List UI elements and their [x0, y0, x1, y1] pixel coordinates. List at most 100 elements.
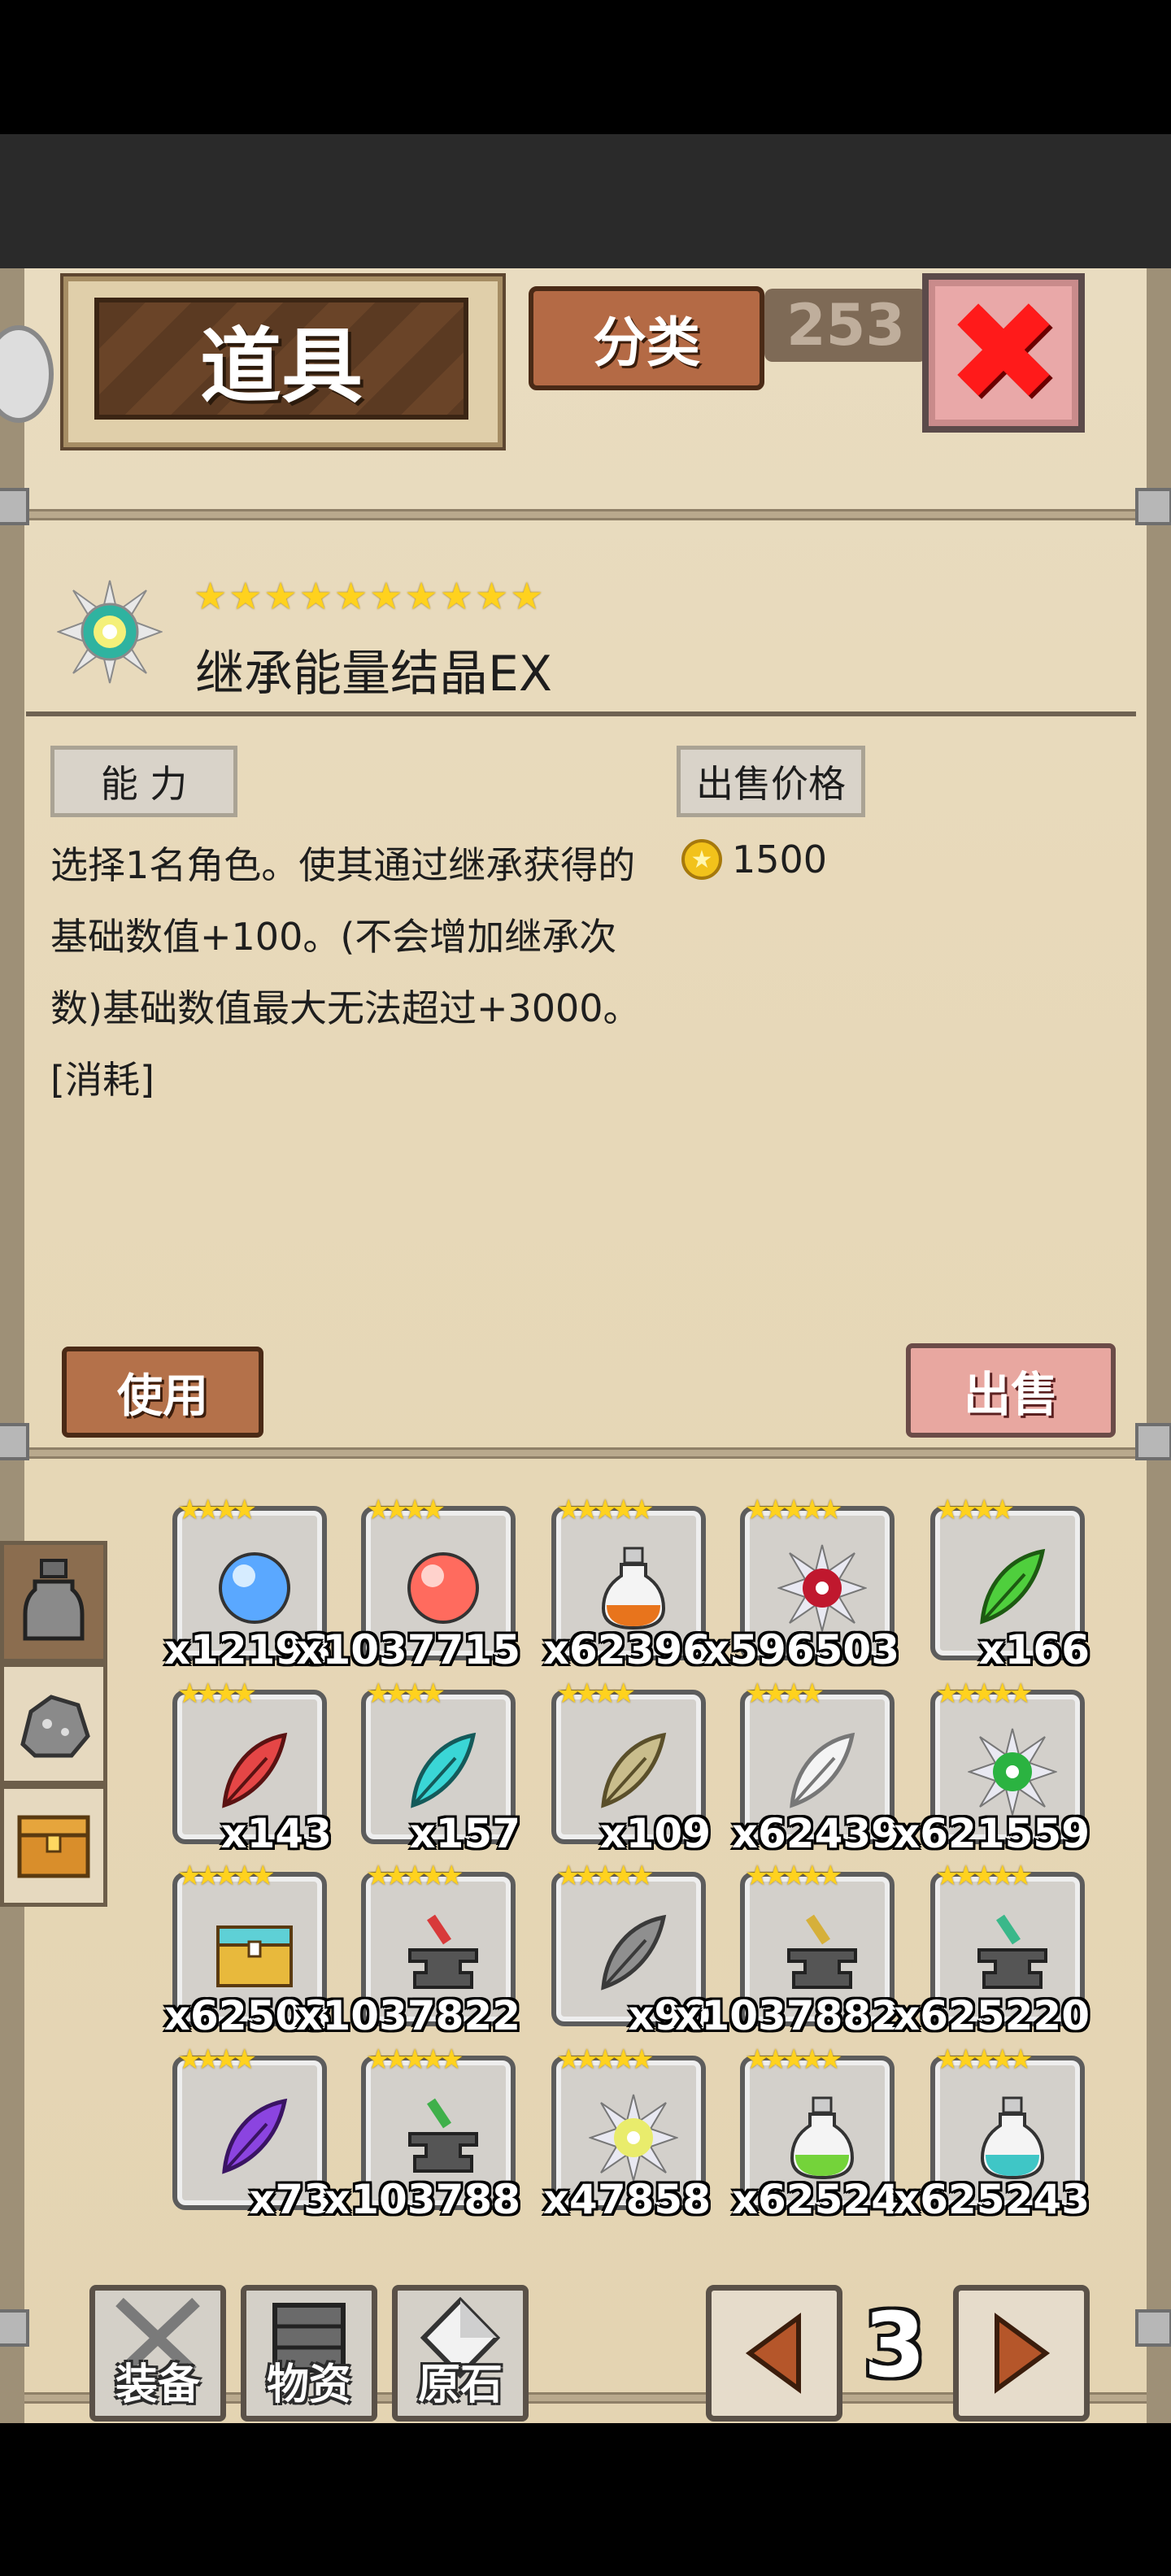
red-anvil-icon: [398, 1909, 488, 1999]
inventory-slot[interactable]: ★ ★ ★ ★ ★ x625243: [894, 2046, 1090, 2223]
star-icon: ★: [404, 574, 438, 618]
inventory-slot[interactable]: ★ ★ ★ ★ ★ x1037822: [296, 1862, 520, 2039]
sell-price: 1500: [732, 838, 828, 881]
slot-count: x157: [409, 1810, 520, 1857]
cyan-feather-icon: [398, 1727, 488, 1817]
slot-count: x62396: [542, 1626, 711, 1673]
inventory-slot[interactable]: ★ ★ ★ ★ x73: [172, 2046, 332, 2223]
rivet: [1135, 1423, 1171, 1460]
inventory-slot[interactable]: ★ ★ ★ ★ x1037715: [296, 1496, 520, 1673]
slot-count: x596503: [703, 1626, 899, 1673]
inventory-slot[interactable]: ★ ★ ★ ★ x166: [930, 1496, 1090, 1673]
slot-count: x621559: [894, 1810, 1090, 1857]
green-potion-icon: [777, 2093, 867, 2182]
panel-frame-top: [24, 509, 1147, 520]
star-icon: ★: [334, 574, 368, 618]
bottle-icon: [23, 1559, 85, 1641]
sell-button[interactable]: 出售: [906, 1343, 1116, 1438]
slot-count: x166: [978, 1626, 1090, 1673]
star-icon: ★: [250, 1860, 276, 1892]
orange-potion-icon: [589, 1543, 678, 1633]
price-row: ★ 1500: [681, 831, 827, 888]
rivet: [1135, 488, 1171, 525]
slot-star-rating: ★ ★ ★ ★ ★: [556, 1496, 654, 1524]
inventory-slot[interactable]: ★ ★ ★ ★ ★ x625220: [894, 1862, 1090, 2039]
panel-border-left: [0, 268, 24, 2423]
white-feather-icon: [777, 1727, 867, 1817]
inventory-slot[interactable]: ★ ★ ★ ★ ★ x103788: [324, 2046, 520, 2223]
inventory-slot[interactable]: ★ ★ ★ ★ ★ x596503: [703, 1496, 899, 1673]
star-icon: ★: [194, 574, 228, 618]
star-icon: ★: [1008, 2043, 1034, 2076]
star-icon: ★: [438, 1860, 464, 1892]
rivet: [0, 1423, 29, 1460]
star-icon: ★: [510, 574, 544, 618]
category-tab-chests[interactable]: [0, 1785, 107, 1907]
star-icon: ★: [1008, 1677, 1034, 1710]
inventory-slot[interactable]: ★ ★ ★ ★ x62439: [732, 1680, 899, 1857]
slot-star-rating: ★ ★ ★ ★ ★: [745, 1862, 842, 1890]
item-star-rating: ★ ★ ★ ★ ★ ★ ★ ★ ★ ★: [194, 577, 544, 616]
star-icon: ★: [990, 1494, 1015, 1526]
slot-count: x625220: [894, 1992, 1090, 2039]
price-label: 出售价格: [677, 746, 865, 817]
star-icon: ★: [420, 1494, 446, 1526]
sort-button[interactable]: 分类: [529, 286, 764, 390]
nav-equipment-button[interactable]: 装备: [89, 2285, 226, 2422]
category-tab-potions[interactable]: [0, 1541, 107, 1663]
inventory-slot[interactable]: ★ ★ ★ ★ ★ x621559: [894, 1680, 1090, 1857]
close-icon: ✖: [945, 272, 1062, 433]
red-crystal-burst-icon: [776, 1543, 868, 1633]
slot-star-rating: ★ ★ ★ ★: [366, 1496, 446, 1524]
slot-count: x73: [249, 2176, 332, 2223]
red-orb-icon: [398, 1543, 488, 1633]
gold-anvil-icon: [777, 1909, 867, 1999]
slot-count: x1037822: [296, 1992, 520, 2039]
prev-page-button[interactable]: [706, 2285, 842, 2422]
rivet: [0, 2309, 29, 2347]
teal-potion-icon: [968, 2093, 1057, 2182]
slot-star-rating: ★ ★ ★ ★: [177, 1680, 257, 1708]
star-icon: ★: [611, 1677, 636, 1710]
nav-materials-label: 物资: [266, 2361, 351, 2409]
nav-ore-button[interactable]: 原石: [392, 2285, 529, 2422]
star-icon: ★: [232, 2043, 257, 2076]
star-icon: ★: [629, 2043, 655, 2076]
slot-star-rating: ★ ★ ★ ★: [745, 1680, 825, 1708]
inventory-slot[interactable]: ★ ★ ★ ★ x157: [361, 1680, 520, 1857]
slot-star-rating: ★ ★ ★ ★ ★: [366, 2046, 464, 2073]
red-feather-icon: [210, 1727, 299, 1817]
inherit-crystal-icon: [57, 580, 163, 684]
page-number: 3: [863, 2293, 926, 2397]
page-title: 道具: [200, 318, 363, 414]
ore-rock-icon: [20, 1695, 90, 1758]
inventory-slot[interactable]: ★ ★ ★ ★ x143: [172, 1680, 332, 1857]
slot-count: x143: [220, 1810, 332, 1857]
use-button[interactable]: 使用: [62, 1347, 263, 1438]
star-icon: ★: [629, 1860, 655, 1892]
slot-star-rating: ★ ★ ★ ★ ★: [366, 1862, 464, 1890]
slot-star-rating: ★ ★ ★ ★: [177, 2046, 257, 2073]
star-icon: ★: [369, 574, 403, 618]
status-bar: [0, 0, 1171, 134]
slot-star-rating: ★ ★ ★ ★ ★: [935, 1680, 1033, 1708]
inventory-slot[interactable]: ★ ★ ★ ★ x109: [551, 1680, 711, 1857]
green-feather-icon: [968, 1543, 1057, 1633]
gray-feather-icon: [589, 1909, 678, 1999]
currency-readout: 253: [764, 289, 927, 362]
gold-coin-icon: ★: [681, 839, 722, 880]
inventory-slot[interactable]: ★ ★ ★ ★ ★ x62524: [732, 2046, 899, 2223]
category-tab-ores[interactable]: [0, 1663, 107, 1785]
slot-star-rating: ★ ★ ★ ★: [556, 1680, 636, 1708]
rivet: [0, 488, 29, 525]
inventory-slot[interactable]: ★ ★ ★ ★ ★ x1037882: [675, 1862, 899, 2039]
close-button[interactable]: ✖: [922, 273, 1085, 433]
slot-count: x109: [599, 1810, 711, 1857]
star-icon: ★: [298, 574, 333, 618]
slot-star-rating: ★ ★ ★ ★ ★: [556, 1862, 654, 1890]
next-page-button[interactable]: [953, 2285, 1090, 2422]
nav-materials-button[interactable]: 物资: [241, 2285, 377, 2422]
green-crystal-burst-icon: [966, 1727, 1059, 1817]
inventory-slot[interactable]: ★ ★ ★ ★ ★ x62396: [543, 1496, 711, 1673]
inventory-slot[interactable]: ★ ★ ★ ★ ★ x47858: [543, 2046, 711, 2223]
